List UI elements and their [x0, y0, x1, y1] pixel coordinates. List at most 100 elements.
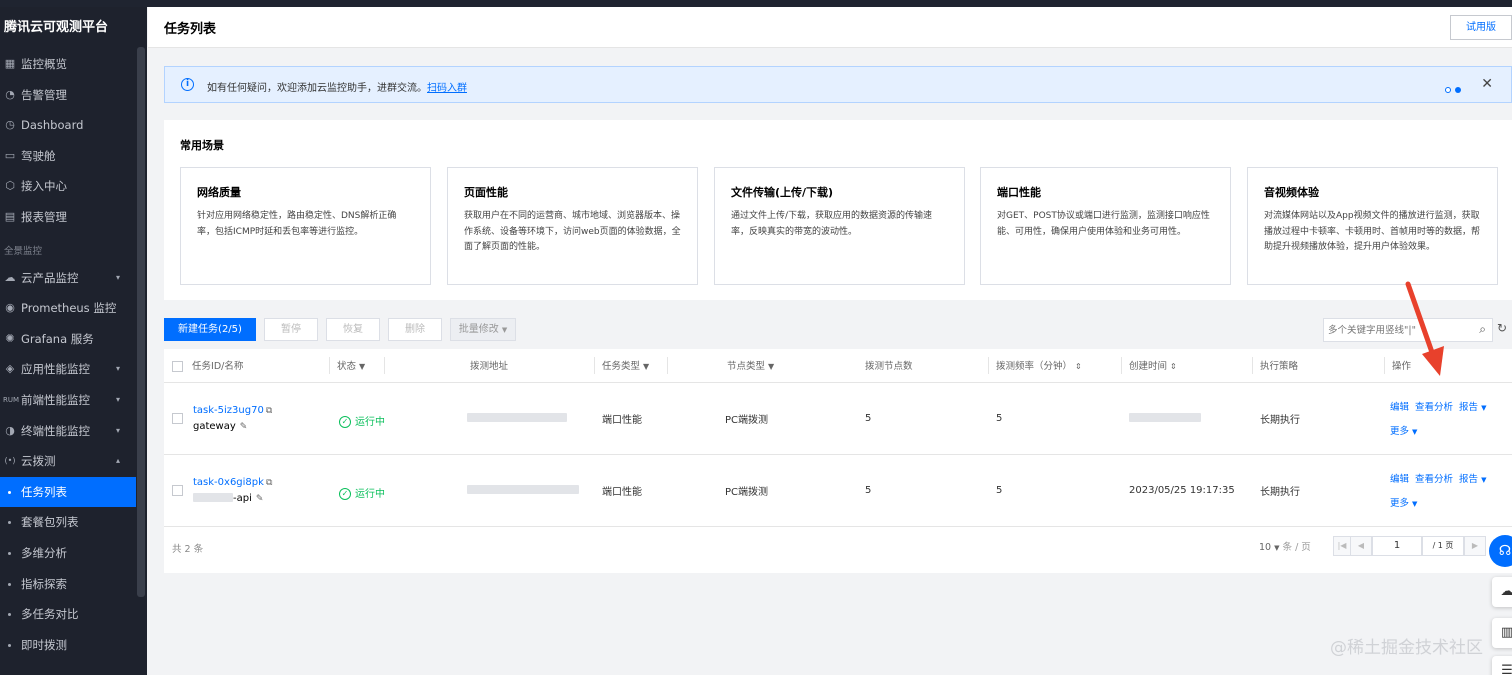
- header-cell-node-type[interactable]: 节点类型 ▼: [667, 349, 798, 383]
- report-dropdown[interactable]: 报告 ▼: [1459, 474, 1486, 485]
- header-label: 任务ID/名称: [192, 361, 244, 373]
- header-cell-status[interactable]: 状态 ▼: [329, 349, 384, 383]
- status-badge: ✓ 运行中: [339, 485, 385, 500]
- pause-button[interactable]: 暂停: [264, 318, 318, 341]
- more-dropdown[interactable]: 更多 ▼: [1390, 498, 1417, 509]
- resume-button[interactable]: 恢复: [326, 318, 380, 341]
- view-analysis-link[interactable]: 查看分析: [1415, 474, 1453, 485]
- notice-text: 如有任何疑问，欢迎添加云监控助手，进群交流。扫码入群: [207, 79, 467, 94]
- caret-down-icon: ▼: [1412, 500, 1418, 508]
- sidebar-item-task-list[interactable]: 任务列表: [0, 476, 136, 508]
- first-page-icon[interactable]: |◀: [1333, 536, 1351, 556]
- watermark: @稀土掘金技术社区: [1330, 638, 1483, 658]
- cell-frequency: 5: [988, 382, 1121, 455]
- sidebar-item-prometheus[interactable]: ◉ Prometheus 监控: [0, 293, 147, 324]
- sidebar-item-apm[interactable]: ◈ 应用性能监控 ▾: [0, 354, 147, 385]
- sidebar-item-cloud-probe[interactable]: (•) 云拨测 ▴: [0, 446, 147, 477]
- scene-card-av[interactable]: 音视频体验 对流媒体网站以及App视频文件的播放进行监测，获取播放过程中卡顿率、…: [1247, 167, 1498, 285]
- sidebar-scrollbar[interactable]: [137, 47, 145, 597]
- task-name: -api ✎: [193, 493, 329, 504]
- batch-edit-label: 批量修改: [458, 324, 499, 335]
- task-id-link[interactable]: task-5iz3ug70: [193, 405, 264, 416]
- sidebar-item-cloud-monitor[interactable]: ☁ 云产品监控 ▾: [0, 263, 147, 294]
- cloud-tool-icon[interactable]: ☁: [1492, 577, 1512, 607]
- more-dropdown[interactable]: 更多 ▼: [1390, 426, 1417, 437]
- scene-card-desc: 对流媒体网站以及App视频文件的播放进行监测，获取播放过程中卡顿率、卡顿用时、首…: [1264, 211, 1481, 252]
- sort-icon[interactable]: ⇕: [1075, 362, 1082, 371]
- batch-edit-dropdown[interactable]: 批量修改 ▼: [450, 318, 516, 341]
- header-cell-node-count: 拨测节点数: [798, 349, 988, 383]
- list-icon[interactable]: ☰: [1492, 656, 1512, 675]
- carousel-dots[interactable]: [1441, 82, 1461, 96]
- header-label: 拨测节点数: [865, 361, 913, 373]
- scene-card-port[interactable]: 端口性能 对GET、POST协议或端口进行监测，监测接口响应性能、可用性，确保用…: [980, 167, 1231, 285]
- edit-link[interactable]: 编辑: [1390, 474, 1409, 485]
- sidebar-item-cockpit[interactable]: ▭ 驾驶舱: [0, 141, 147, 172]
- sort-icon[interactable]: ⇕: [1170, 362, 1177, 371]
- bullet-icon: [8, 490, 11, 494]
- sidebar-item-label: Prometheus 监控: [21, 301, 117, 316]
- cell-status: ✓ 运行中: [329, 454, 385, 527]
- select-all-checkbox[interactable]: [172, 361, 183, 373]
- book-icon[interactable]: ▥: [1492, 618, 1512, 648]
- header-cell-frequency[interactable]: 拨测频率（分钟） ⇕: [988, 349, 1121, 383]
- cell-policy: 长期执行: [1252, 382, 1384, 455]
- grid-icon: ▦: [4, 57, 16, 70]
- sidebar-item-metric-explore[interactable]: 指标探索: [0, 569, 147, 600]
- check-circle-icon: ✓: [339, 415, 351, 428]
- row-checkbox[interactable]: [172, 484, 183, 496]
- sidebar-item-task-compare[interactable]: 多任务对比: [0, 599, 147, 630]
- sidebar-item-overview[interactable]: ▦ 监控概览: [0, 49, 147, 80]
- cell-address: [384, 454, 594, 527]
- row-checkbox[interactable]: [172, 412, 183, 424]
- scene-card-file[interactable]: 文件传输(上传/下载) 通过文件上传/下载，获取应用的数据资源的传输速率，反映真…: [714, 167, 965, 285]
- cell-id: task-0x6gi8pk ⧉ -api ✎: [164, 454, 329, 527]
- scene-card-network[interactable]: 网络质量 针对应用网络稳定性，路由稳定性、DNS解析正确率，包括ICMP时延和丢…: [180, 167, 431, 285]
- next-page-icon[interactable]: ▶: [1464, 536, 1486, 556]
- new-task-button[interactable]: 新建任务(2/5): [164, 318, 256, 341]
- edit-link[interactable]: 编辑: [1390, 402, 1409, 413]
- header-cell-type[interactable]: 任务类型 ▼: [594, 349, 667, 383]
- prev-page-icon[interactable]: ◀: [1350, 536, 1372, 556]
- copy-icon[interactable]: ⧉: [266, 406, 272, 416]
- clock-icon: ◷: [5, 118, 15, 132]
- scene-card-desc: 获取用户在不同的运营商、城市地域、浏览器版本、操作系统、设备等环境下，访问web…: [464, 211, 681, 252]
- sidebar-item-alarm[interactable]: ◔ 告警管理: [0, 80, 147, 111]
- grafana-icon: ✺: [5, 331, 15, 345]
- trial-button[interactable]: 试用版: [1450, 15, 1512, 40]
- refresh-icon[interactable]: ↻: [1497, 321, 1507, 335]
- carousel-dot[interactable]: [1445, 87, 1451, 93]
- sidebar-item-report[interactable]: ▤ 报表管理: [0, 202, 147, 233]
- sidebar-item-grafana[interactable]: ✺ Grafana 服务: [0, 324, 147, 355]
- filter-icon[interactable]: ▼: [359, 362, 365, 371]
- join-group-link[interactable]: 扫码入群: [427, 83, 467, 94]
- scene-card-page[interactable]: 页面性能 获取用户在不同的运营商、城市地域、浏览器版本、操作系统、设备等环境下，…: [447, 167, 698, 285]
- filter-icon[interactable]: ▼: [768, 362, 774, 371]
- search-icon[interactable]: ⌕: [1479, 322, 1486, 337]
- view-analysis-link[interactable]: 查看分析: [1415, 402, 1453, 413]
- page-input[interactable]: 1: [1372, 536, 1422, 556]
- header-cell-created[interactable]: 创建时间 ⇕: [1121, 349, 1252, 383]
- task-id-link[interactable]: task-0x6gi8pk: [193, 477, 264, 488]
- close-icon[interactable]: ✕: [1481, 76, 1493, 92]
- terminal-icon: ◑: [5, 423, 15, 437]
- sidebar-item-access[interactable]: ⬡ 接入中心: [0, 171, 147, 202]
- edit-pencil-icon[interactable]: ✎: [256, 494, 264, 504]
- copy-icon[interactable]: ⧉: [266, 478, 272, 488]
- sidebar-item-dashboard[interactable]: ◷ Dashboard: [0, 110, 147, 141]
- sidebar-item-label: 即时拨测: [21, 637, 67, 652]
- filter-icon[interactable]: ▼: [643, 362, 649, 371]
- sidebar-item-terminal[interactable]: ◑ 终端性能监控 ▾: [0, 416, 147, 447]
- sidebar-item-instant-probe[interactable]: 即时拨测: [0, 630, 147, 661]
- info-icon: i: [181, 78, 194, 91]
- page-size-select[interactable]: 10 ▼ 条 / 页: [1259, 539, 1311, 553]
- carousel-dot-active[interactable]: [1455, 87, 1461, 93]
- caret-down-icon: ▼: [1412, 428, 1418, 436]
- edit-pencil-icon[interactable]: ✎: [240, 422, 248, 432]
- sidebar-item-rum[interactable]: RUM 前端性能监控 ▾: [0, 385, 147, 416]
- sidebar-item-package-list[interactable]: 套餐包列表: [0, 507, 147, 538]
- delete-button[interactable]: 删除: [388, 318, 442, 341]
- report-icon: ▤: [4, 209, 16, 223]
- sidebar-item-multi-analysis[interactable]: 多维分析: [0, 538, 147, 569]
- report-dropdown[interactable]: 报告 ▼: [1459, 402, 1486, 413]
